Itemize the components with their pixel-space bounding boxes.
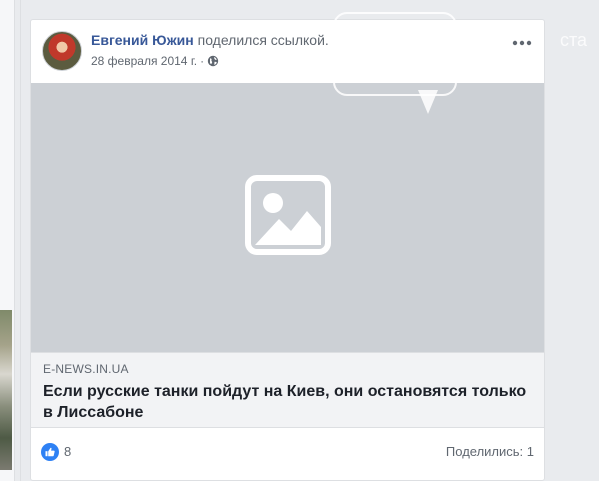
image-placeholder-icon [244,175,331,260]
watermark-text: ста [560,30,588,50]
shared-link-text: поделился ссылкой. [197,32,329,48]
reactions-summary[interactable]: 8 [41,442,72,461]
link-image-placeholder[interactable] [31,83,544,352]
column-divider [20,0,21,481]
more-options-button[interactable] [510,32,534,52]
author-avatar[interactable] [42,31,82,71]
link-title[interactable]: Если русские танки пойдут на Киев, они о… [43,381,532,423]
like-count: 8 [64,444,72,459]
left-column-photo-thumbnail[interactable] [0,310,12,470]
meta-separator: · [200,54,205,68]
like-icon [41,442,59,461]
post-meta: 28 февраля 2014 г. · [91,54,219,68]
left-column-strip [0,0,15,481]
reactions-bar: 8 Поделились: 1 [41,439,534,464]
author-line: Евгений Южин поделился ссылкой. [91,32,329,48]
page: Евгений Южин поделился ссылкой. 28 февра… [0,0,599,481]
post-card: Евгений Южин поделился ссылкой. 28 февра… [30,19,545,481]
more-options-icon [512,33,532,51]
globe-icon[interactable] [207,55,219,67]
link-domain: E-NEWS.IN.UA [43,362,129,376]
link-preview[interactable]: E-NEWS.IN.UA Если русские танки пойдут н… [31,83,544,428]
author-name-link[interactable]: Евгений Южин [91,32,194,48]
post-header: Евгений Южин поделился ссылкой. 28 февра… [41,30,534,72]
post-date-link[interactable]: 28 февраля 2014 г. [91,54,197,68]
shares-count-link[interactable]: Поделились: 1 [446,444,534,459]
watermark-bubble-tail [418,90,438,114]
link-info[interactable]: E-NEWS.IN.UA Если русские танки пойдут н… [31,352,544,428]
